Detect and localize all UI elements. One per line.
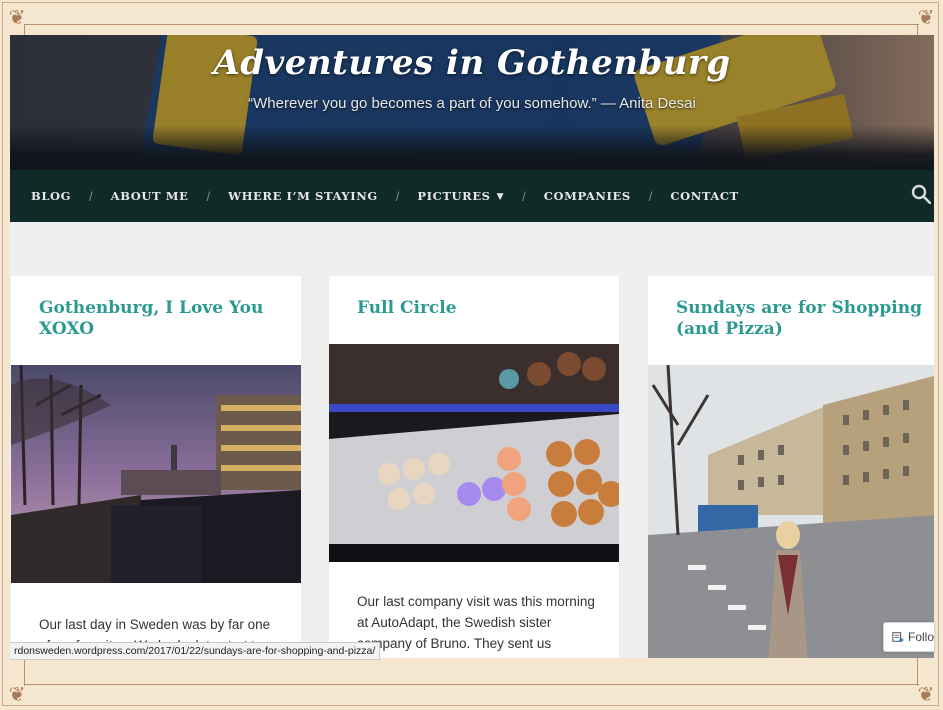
frame-line-top	[24, 24, 919, 25]
nav-separator: /	[395, 188, 400, 204]
nav-item-where-im-staying[interactable]: WHERE I’M STAYING	[228, 189, 378, 203]
nav-separator: /	[89, 188, 93, 204]
post-title[interactable]: Full Circle	[357, 298, 607, 319]
nav-separator: /	[648, 188, 653, 204]
post-card[interactable]: Gothenburg, I Love You XOXO Our last day…	[11, 276, 301, 658]
header-banner: Adventures in Gothenburg “Wherever you g…	[10, 35, 934, 170]
image-notch	[39, 356, 57, 365]
follow-button[interactable]: Follo	[883, 622, 934, 652]
site-tagline: “Wherever you go becomes a part of you s…	[248, 95, 696, 112]
nav-separator: /	[522, 188, 526, 204]
site-title[interactable]: Adventures in Gothenburg	[10, 43, 934, 83]
status-bar-url: rdonsweden.wordpress.com/2017/01/22/sund…	[10, 642, 381, 660]
nav-item-pictures-label: PICTURES	[417, 189, 491, 203]
frame-corner-ornament-icon: ❦	[917, 5, 935, 29]
nav-item-blog[interactable]: BLOG	[31, 189, 71, 203]
frame-line-bottom	[24, 684, 919, 685]
follow-icon	[892, 632, 904, 643]
dropdown-caret-icon: ▼	[496, 192, 505, 202]
nav-item-about-me[interactable]: ABOUT ME	[111, 189, 189, 203]
browser-viewport[interactable]: Adventures in Gothenburg “Wherever you g…	[10, 35, 934, 658]
post-excerpt: Our last company visit was this morning …	[357, 594, 595, 651]
nav-item-contact[interactable]: CONTACT	[670, 189, 738, 203]
post-title[interactable]: Sundays are for Shopping (and Pizza)	[676, 298, 926, 340]
frame-corner-ornament-icon: ❦	[917, 682, 935, 706]
frame-corner-ornament-icon: ❦	[8, 5, 26, 29]
post-card[interactable]: Full Circle Our last company visit was t…	[329, 276, 619, 658]
post-image-donut-display[interactable]	[329, 344, 619, 562]
nav-item-pictures[interactable]: PICTURES ▼	[417, 189, 504, 203]
image-notch	[357, 335, 375, 344]
post-card[interactable]: Sundays are for Shopping (and Pizza)	[648, 276, 934, 658]
nav-separator: /	[206, 188, 211, 204]
frame-corner-ornament-icon: ❦	[8, 682, 26, 706]
search-icon[interactable]	[911, 184, 931, 204]
post-image-street-with-tram[interactable]	[648, 365, 934, 658]
main-navigation: BLOG / ABOUT ME / WHERE I’M STAYING / PI…	[10, 170, 934, 222]
nav-item-companies[interactable]: COMPANIES	[544, 189, 631, 203]
follow-label: Follo	[907, 630, 934, 644]
post-title[interactable]: Gothenburg, I Love You XOXO	[39, 298, 289, 340]
post-image-canal-at-dusk[interactable]	[11, 365, 301, 583]
